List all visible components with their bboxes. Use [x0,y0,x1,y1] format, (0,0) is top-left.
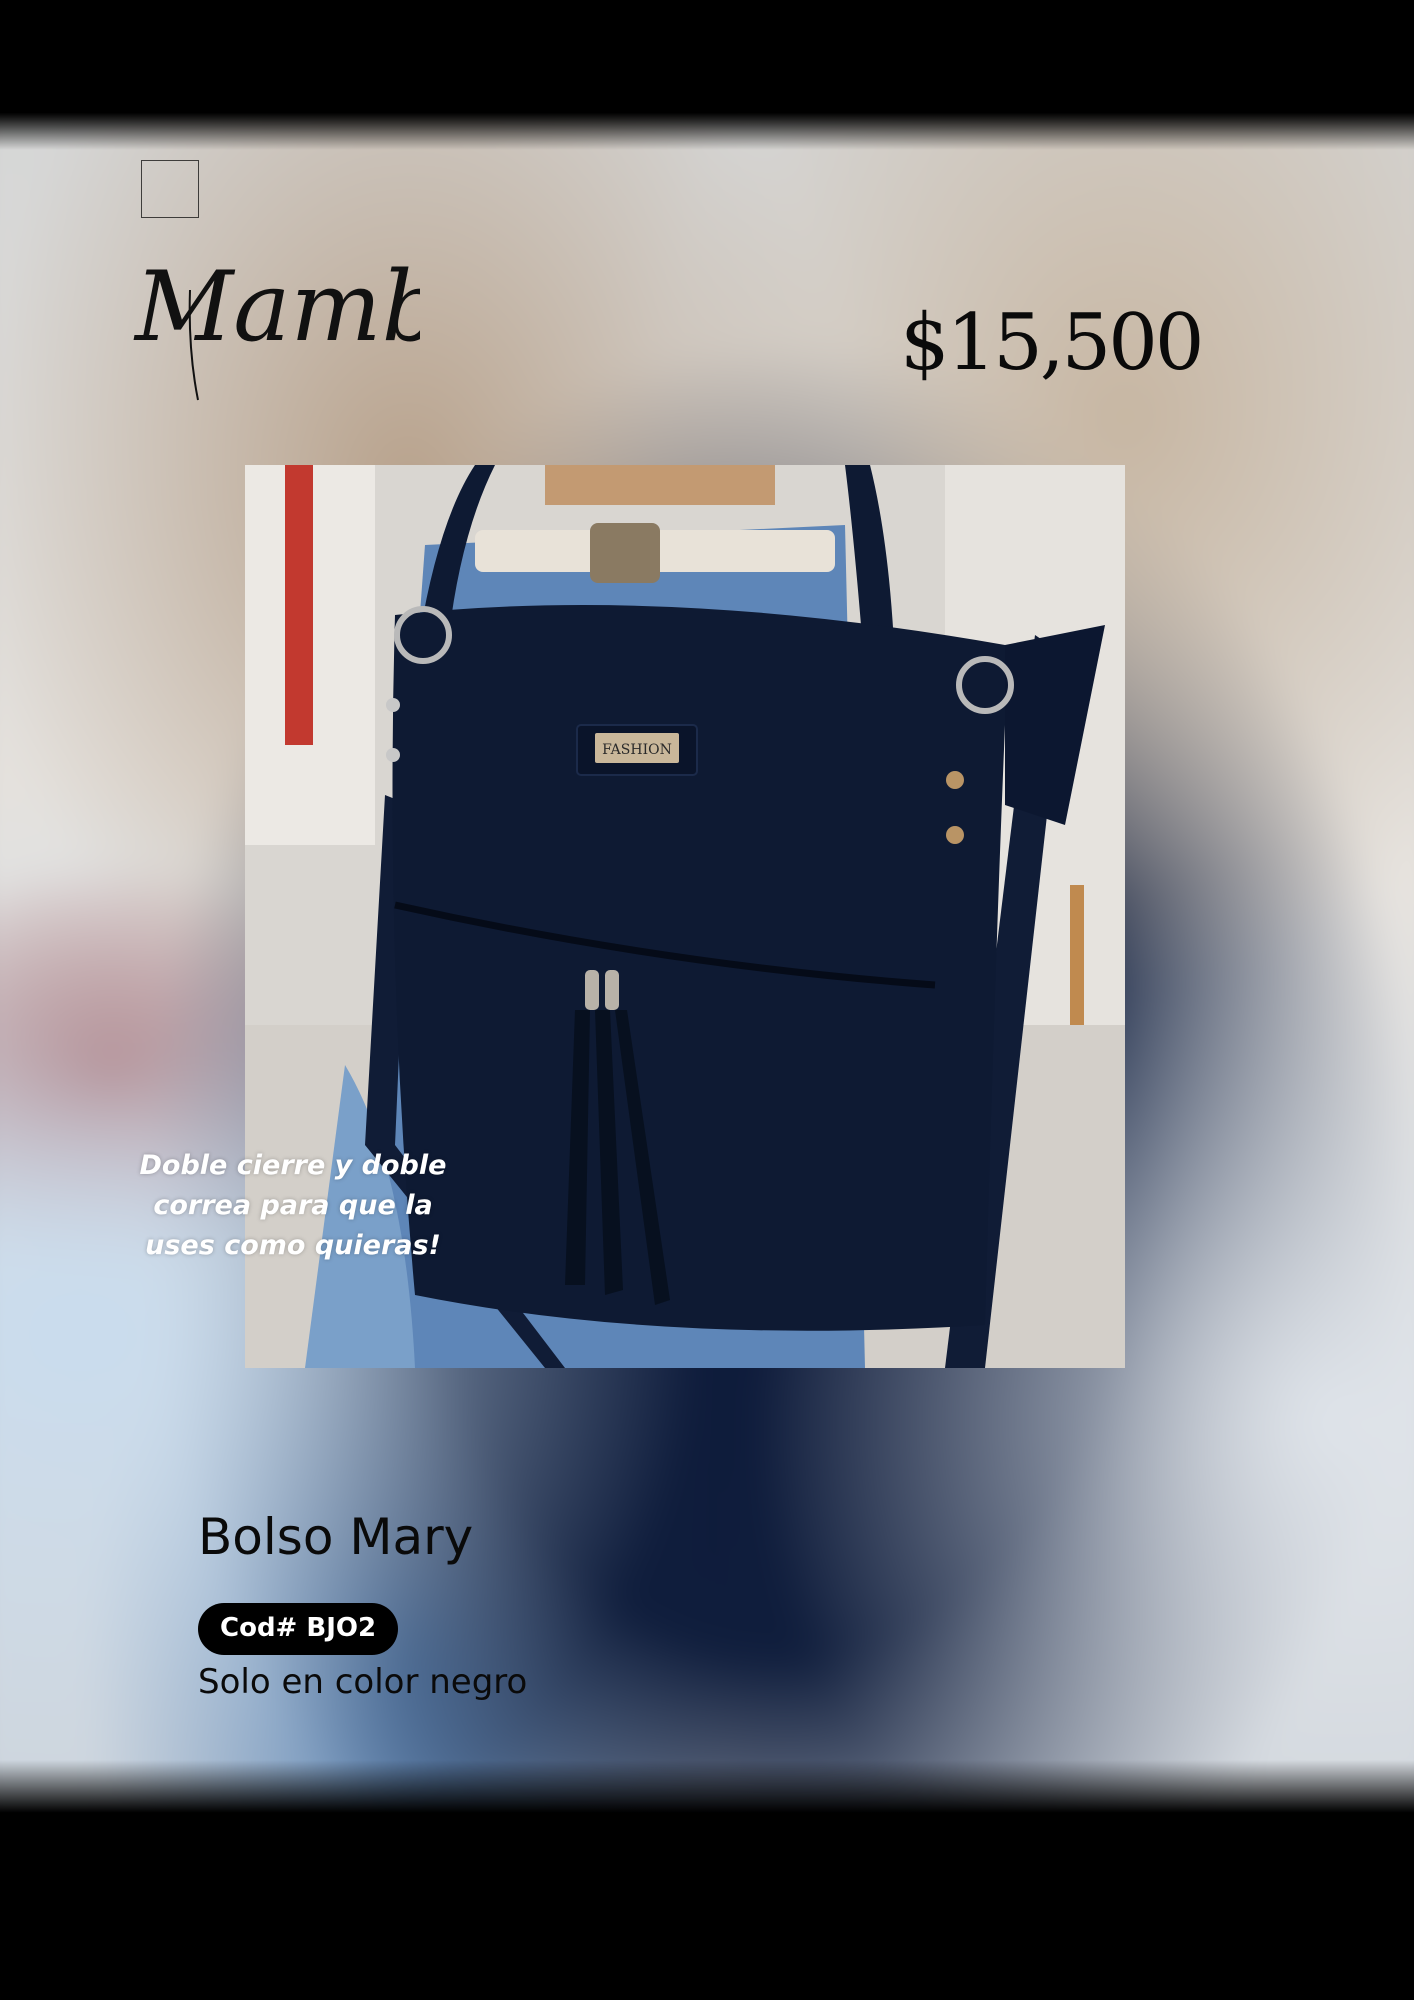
product-title: Bolso Mary [198,1508,474,1566]
price-label: $15,500 [900,298,1205,388]
feature-caption: Doble cierre y doble correa para que la … [128,1146,458,1266]
caption-line: Doble cierre y doble [139,1150,447,1181]
svg-text:FASHION: FASHION [602,742,672,758]
caption-line: correa para que la [153,1190,433,1221]
product-code-badge: Cod# BJO2 [198,1603,399,1655]
product-note: Solo en color negro [198,1662,528,1702]
brand-logo-text: Mamba [133,251,420,363]
bottom-black-band [0,1760,1414,2000]
brand-logo: Mamba [133,251,420,401]
caption-line: uses como quieras! [145,1230,441,1261]
decorative-square [141,160,199,218]
top-black-band [0,0,1414,150]
